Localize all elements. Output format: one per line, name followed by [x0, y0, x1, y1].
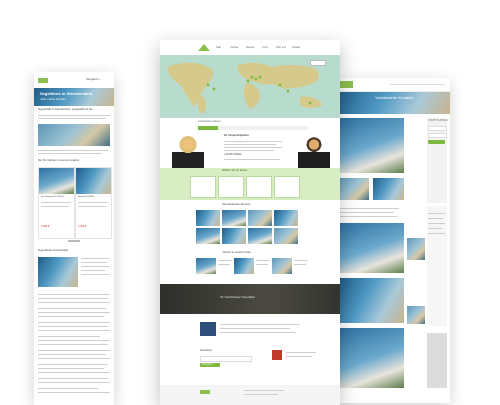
- contact-heading: Ihr Ansprechpartner: [224, 134, 249, 137]
- destinations-title: Die beliebtesten Reviere: [222, 203, 251, 206]
- destination-tile-6[interactable]: [222, 228, 246, 244]
- offers-title: Yachten in unserer Flotte: [222, 251, 251, 254]
- right-date-field[interactable]: [428, 133, 447, 138]
- revier-box-4[interactable]: [274, 176, 300, 198]
- destination-tile-4[interactable]: [274, 210, 298, 226]
- nav-item-ueber-uns[interactable]: Über uns: [276, 46, 286, 49]
- center-nav: Start Yachten Reviere Törns Über uns Kon…: [216, 46, 326, 50]
- left-pager-dots[interactable]: [68, 240, 80, 242]
- flag-badge: [272, 350, 282, 360]
- destination-tile-3[interactable]: [248, 210, 272, 226]
- left-yacht-card-2[interactable]: Bavaria 46 (2016) 4.250 €: [75, 167, 112, 239]
- left-hero-title: Segeltörns in Griechenland: [40, 91, 93, 96]
- center-page-screenshot: Start Yachten Reviere Törns Über uns Kon…: [160, 40, 340, 405]
- left-page-screenshot: Navigation ≡ Segeltörns in Griechenland …: [34, 72, 114, 405]
- left-card2-name: Bavaria 46 (2016): [78, 196, 94, 198]
- person-photo-male: [298, 132, 330, 168]
- left-card1-name: Sun Odyssey 45.3 (2011): [41, 196, 64, 198]
- right-search-field[interactable]: [428, 126, 447, 131]
- map-title: Yachtcharter weltweit: [198, 120, 221, 123]
- left-sailing-photo: [38, 257, 78, 287]
- destination-tile-2[interactable]: [222, 210, 246, 226]
- right-hero-title: Yachtcharter Kroatien: [375, 95, 414, 100]
- left-hero-subtitle: Jetzt online buchen: [40, 97, 66, 101]
- nav-item-toerns[interactable]: Törns: [262, 46, 268, 49]
- right-logo[interactable]: [339, 81, 353, 88]
- right-aerial-photo-1: [339, 118, 404, 173]
- contact-phone: +49 000 000000: [224, 153, 242, 156]
- left-logo[interactable]: [38, 78, 48, 83]
- tab-active[interactable]: [198, 126, 218, 130]
- right-page-screenshot: Yachtcharter Kroatien YACHT SUCHEN: [335, 78, 450, 403]
- footer-title: Newsletter: [200, 349, 213, 352]
- revier-box-1[interactable]: [190, 176, 216, 198]
- right-map-thumb: [427, 333, 447, 388]
- destination-tile-1[interactable]: [196, 210, 220, 226]
- green-band-title: Wählen Sie Ihr Revier: [222, 169, 248, 172]
- revier-box-2[interactable]: [218, 176, 244, 198]
- revier-box-3[interactable]: [246, 176, 272, 198]
- nav-item-reviere[interactable]: Reviere: [246, 46, 254, 49]
- right-small-photo: [407, 306, 425, 324]
- footer-logo[interactable]: [200, 390, 210, 394]
- right-yacht-photo-2: [373, 178, 404, 200]
- left-section-title: Segelschiffe in Griechenland - ausgewähl…: [38, 108, 93, 111]
- right-search-button[interactable]: [428, 140, 445, 144]
- right-sidebar-title: YACHT SUCHEN: [428, 119, 448, 122]
- dark-promo-band: [160, 284, 340, 314]
- destination-tile-7[interactable]: [248, 228, 272, 244]
- offer-card-3[interactable]: [272, 258, 292, 274]
- right-yacht-photo-3: [407, 238, 425, 260]
- nav-item-yachten[interactable]: Yachten: [230, 46, 239, 49]
- destination-tile-8[interactable]: [274, 228, 298, 244]
- dark-band-text: Ihr Yachtcharter Spezialist: [220, 295, 255, 299]
- footer-bar: [160, 385, 340, 405]
- left-blog-title: Segel-Revier Griechenland: [38, 249, 69, 252]
- person-photo-female: [172, 132, 204, 168]
- offer-card-1[interactable]: [196, 258, 216, 274]
- left-card2-price: 4.250 €: [78, 225, 87, 228]
- book-thumbnail[interactable]: [200, 322, 216, 336]
- offer-card-2[interactable]: [234, 258, 254, 274]
- destination-tile-5[interactable]: [196, 228, 220, 244]
- right-yacht-photo-1: [339, 178, 369, 200]
- left-nav-toggle[interactable]: Navigation ≡: [86, 78, 100, 82]
- left-cards-title: Die Top Yachten in unserem Angebot: [38, 159, 80, 162]
- right-sea-photo: [339, 278, 404, 323]
- left-card1-price: 3.256 €: [41, 225, 50, 228]
- map-zoom-control[interactable]: [310, 60, 326, 66]
- right-coast-photo: [339, 328, 404, 388]
- left-yacht-card-1[interactable]: Sun Odyssey 45.3 (2011) 3.256 €: [38, 167, 75, 239]
- right-sidebar-offers: [427, 206, 447, 326]
- left-feature-photo: [38, 124, 110, 146]
- right-marina-photo: [339, 223, 404, 273]
- newsletter-button-label: Anmelden: [202, 362, 213, 366]
- nav-item-kontakt[interactable]: Kontakt: [292, 46, 300, 49]
- nav-item-start[interactable]: Start: [216, 46, 221, 49]
- newsletter-input[interactable]: [200, 356, 252, 362]
